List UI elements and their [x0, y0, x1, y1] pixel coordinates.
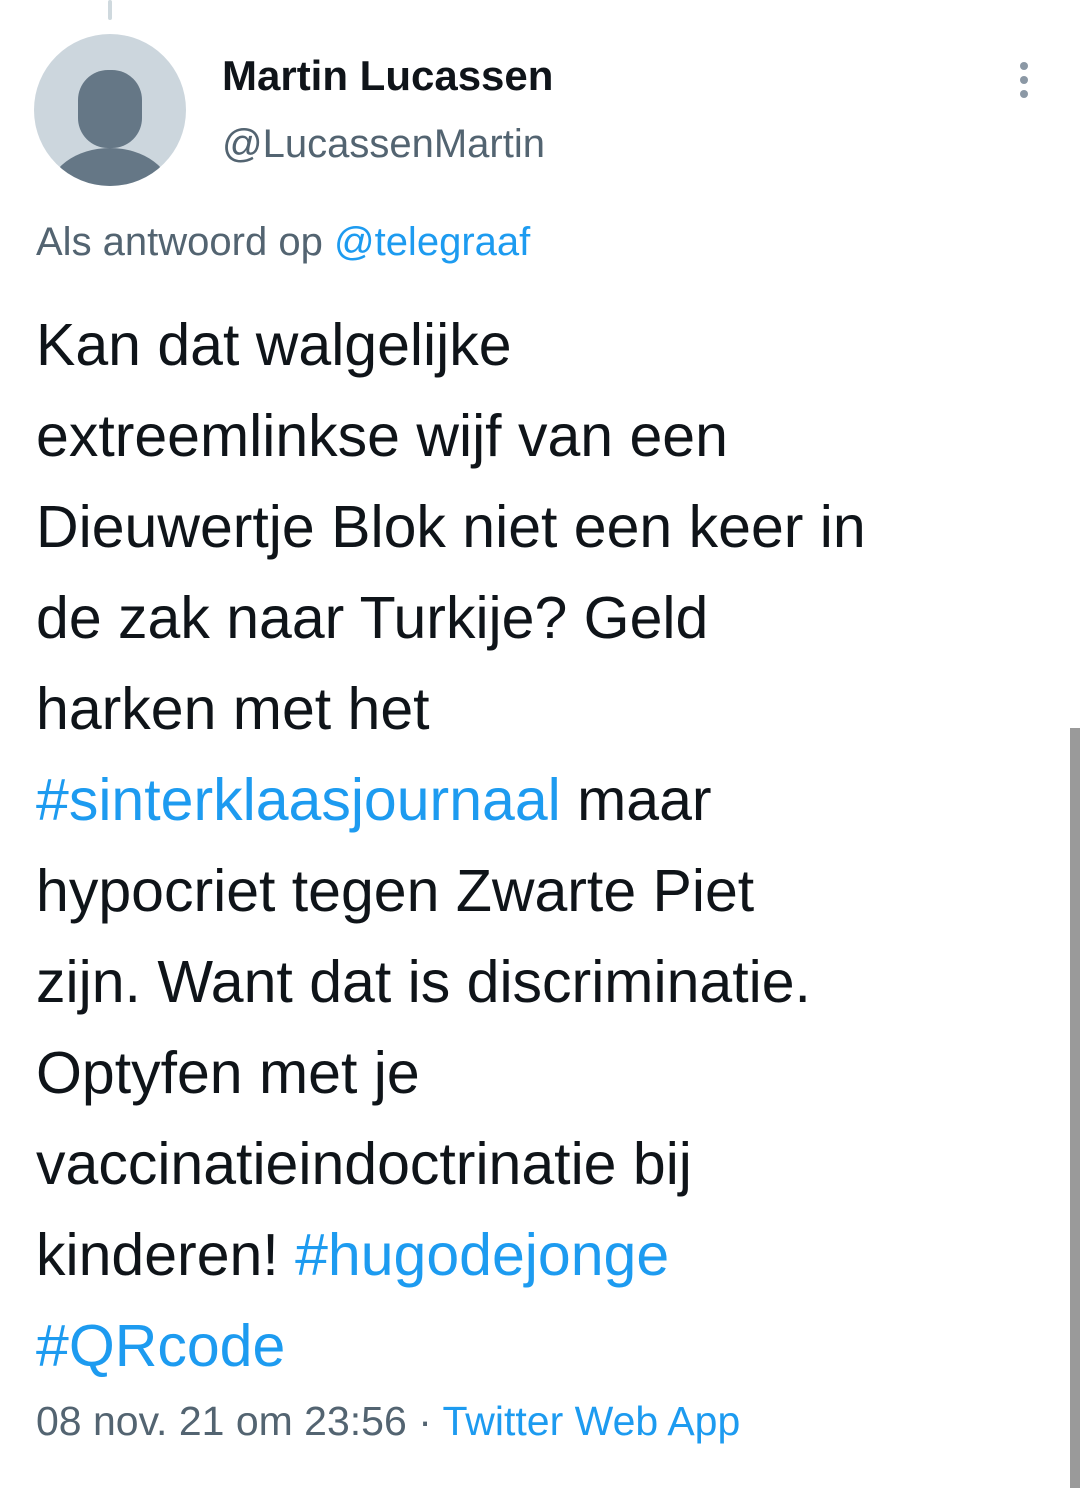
tweet-line: Dieuwertje Blok niet een keer in: [36, 494, 866, 560]
default-profile-icon: [48, 70, 172, 186]
tweet-line: zijn. Want dat is discriminatie.: [36, 949, 811, 1015]
tweet-line: #sinterklaasjournaal maar: [36, 755, 1046, 846]
reply-to-link[interactable]: @telegraaf: [334, 220, 530, 264]
meta-separator: ·: [406, 1398, 443, 1444]
reply-prefix: Als antwoord op: [36, 220, 323, 264]
author-avatar[interactable]: [34, 34, 186, 186]
tweet-line: vaccinatieindoctrinatie bij: [36, 1131, 692, 1197]
tweet-line: #QRcode: [36, 1301, 1046, 1392]
source-app-link[interactable]: Twitter Web App: [443, 1398, 741, 1444]
tweet-line: kinderen! #hugodejonge: [36, 1210, 1046, 1301]
hashtag-hugodejonge-link[interactable]: #hugodejonge: [295, 1222, 669, 1288]
reply-context: Als antwoord op @telegraaf: [36, 220, 530, 265]
hashtag-qrcode-link[interactable]: #QRcode: [36, 1313, 285, 1379]
more-vertical-icon[interactable]: [1006, 56, 1042, 104]
hashtag-sinterklaasjournaal-link[interactable]: #sinterklaasjournaal: [36, 767, 561, 833]
tweet-line: Optyfen met je: [36, 1040, 420, 1106]
tweet-text-segment: kinderen!: [36, 1222, 296, 1288]
tweet-line: extreemlinkse wijf van een: [36, 403, 728, 469]
tweet-timestamp[interactable]: 08 nov. 21 om 23:56: [36, 1398, 407, 1444]
tweet-line: Kan dat walgelijke: [36, 312, 512, 378]
tweet-line: hypocriet tegen Zwarte Piet: [36, 858, 755, 924]
tweet-meta: 08 nov. 21 om 23:56 · Twitter Web App: [36, 1398, 740, 1445]
tweet-line: harken met het: [36, 676, 430, 742]
tweet-line: de zak naar Turkije? Geld: [36, 585, 709, 651]
scrollbar[interactable]: [1070, 728, 1080, 1488]
author-handle[interactable]: @LucassenMartin: [222, 122, 545, 167]
tweet-text-segment: maar: [560, 767, 712, 833]
tweet-text: Kan dat walgelijke extreemlinkse wijf va…: [36, 300, 1046, 1392]
author-name[interactable]: Martin Lucassen: [222, 52, 553, 100]
thread-connector-line: [108, 0, 112, 20]
